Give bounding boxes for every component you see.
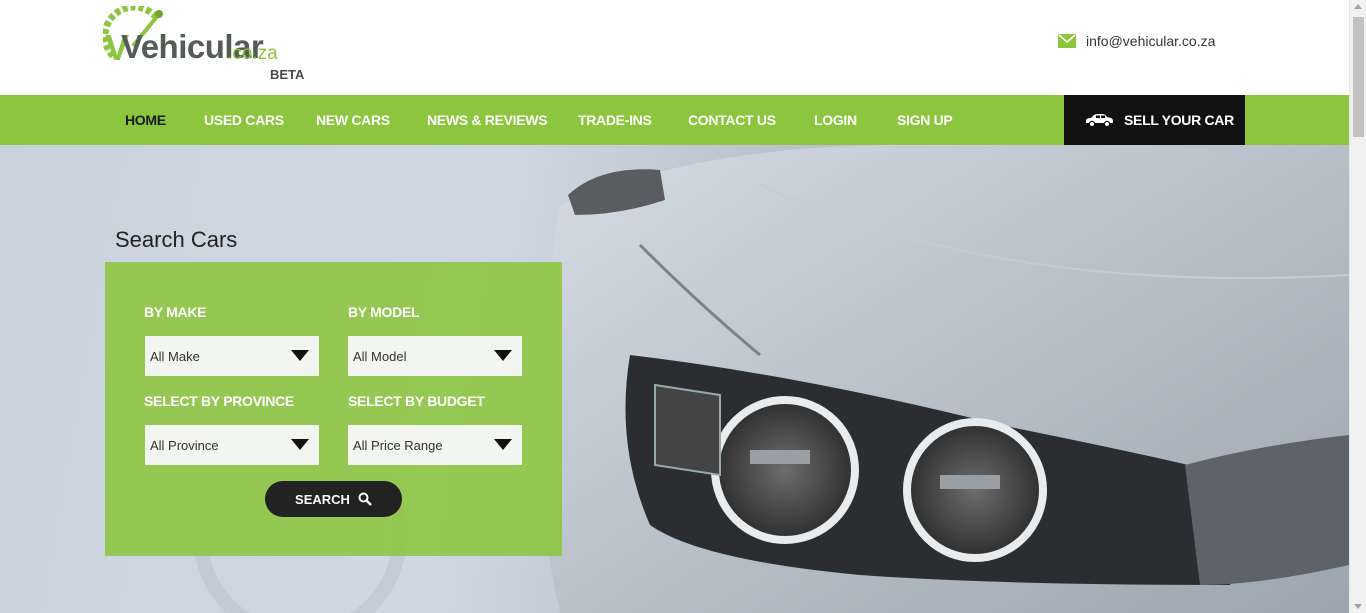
search-cars-title: Search Cars bbox=[115, 227, 238, 252]
main-nav: HOME USED CARS NEW CARS NEWS & REVIEWS T… bbox=[0, 95, 1349, 145]
email-text[interactable]: info@vehicular.co.za bbox=[1086, 33, 1215, 49]
model-select[interactable]: All Model bbox=[348, 336, 522, 376]
nav-item-new-cars[interactable]: NEW CARS bbox=[316, 95, 390, 145]
nav-item-trade-ins[interactable]: TRADE-INS bbox=[578, 95, 652, 145]
search-panel: BY MAKE All Make BY MODEL All Model SELE… bbox=[105, 262, 562, 556]
make-select-value: All Make bbox=[150, 348, 200, 364]
province-label: SELECT BY PROVINCE bbox=[144, 393, 294, 409]
search-button[interactable]: SEARCH bbox=[265, 481, 402, 517]
envelope-icon bbox=[1058, 34, 1076, 48]
budget-select-value: All Price Range bbox=[353, 437, 443, 453]
sell-your-car-label: SELL YOUR CAR bbox=[1124, 112, 1234, 128]
chevron-down-icon bbox=[494, 350, 512, 361]
chevron-down-icon bbox=[494, 439, 512, 450]
nav-item-login[interactable]: LOGIN bbox=[814, 95, 857, 145]
nav-item-home[interactable]: HOME bbox=[125, 95, 166, 145]
beta-label: BETA bbox=[270, 67, 305, 82]
province-select-value: All Province bbox=[150, 437, 219, 453]
page-scrollbar[interactable] bbox=[1349, 0, 1366, 613]
chevron-down-icon bbox=[291, 350, 309, 361]
budget-label: SELECT BY BUDGET bbox=[348, 393, 485, 409]
nav-item-contact-us[interactable]: CONTACT US bbox=[688, 95, 776, 145]
search-button-label: SEARCH bbox=[295, 491, 350, 507]
nav-item-used-cars[interactable]: USED CARS bbox=[204, 95, 284, 145]
scroll-thumb[interactable] bbox=[1353, 17, 1364, 137]
province-select[interactable]: All Province bbox=[145, 425, 319, 465]
nav-item-news-reviews[interactable]: NEWS & REVIEWS bbox=[427, 95, 548, 145]
make-label: BY MAKE bbox=[144, 304, 207, 320]
budget-select[interactable]: All Price Range bbox=[348, 425, 522, 465]
scroll-down-arrow-icon[interactable] bbox=[1354, 604, 1362, 609]
hero-banner: Search Cars BY MAKE All Make BY MODEL Al… bbox=[0, 145, 1349, 613]
contact-email[interactable]: info@vehicular.co.za bbox=[1058, 33, 1215, 49]
nav-item-sign-up[interactable]: SIGN UP bbox=[897, 95, 953, 145]
car-icon bbox=[1086, 114, 1113, 127]
search-icon bbox=[358, 492, 372, 506]
model-label: BY MODEL bbox=[348, 304, 420, 320]
scroll-up-arrow-icon[interactable] bbox=[1354, 4, 1362, 9]
site-header: V Vehicular .co.za BETA info@vehicular.c… bbox=[0, 0, 1349, 95]
sell-your-car-button[interactable]: SELL YOUR CAR bbox=[1064, 95, 1245, 145]
site-logo[interactable]: V Vehicular .co.za BETA bbox=[103, 6, 313, 86]
model-select-value: All Model bbox=[353, 348, 407, 364]
make-select[interactable]: All Make bbox=[145, 336, 319, 376]
logo-domain: .co.za bbox=[227, 43, 278, 64]
chevron-down-icon bbox=[291, 439, 309, 450]
